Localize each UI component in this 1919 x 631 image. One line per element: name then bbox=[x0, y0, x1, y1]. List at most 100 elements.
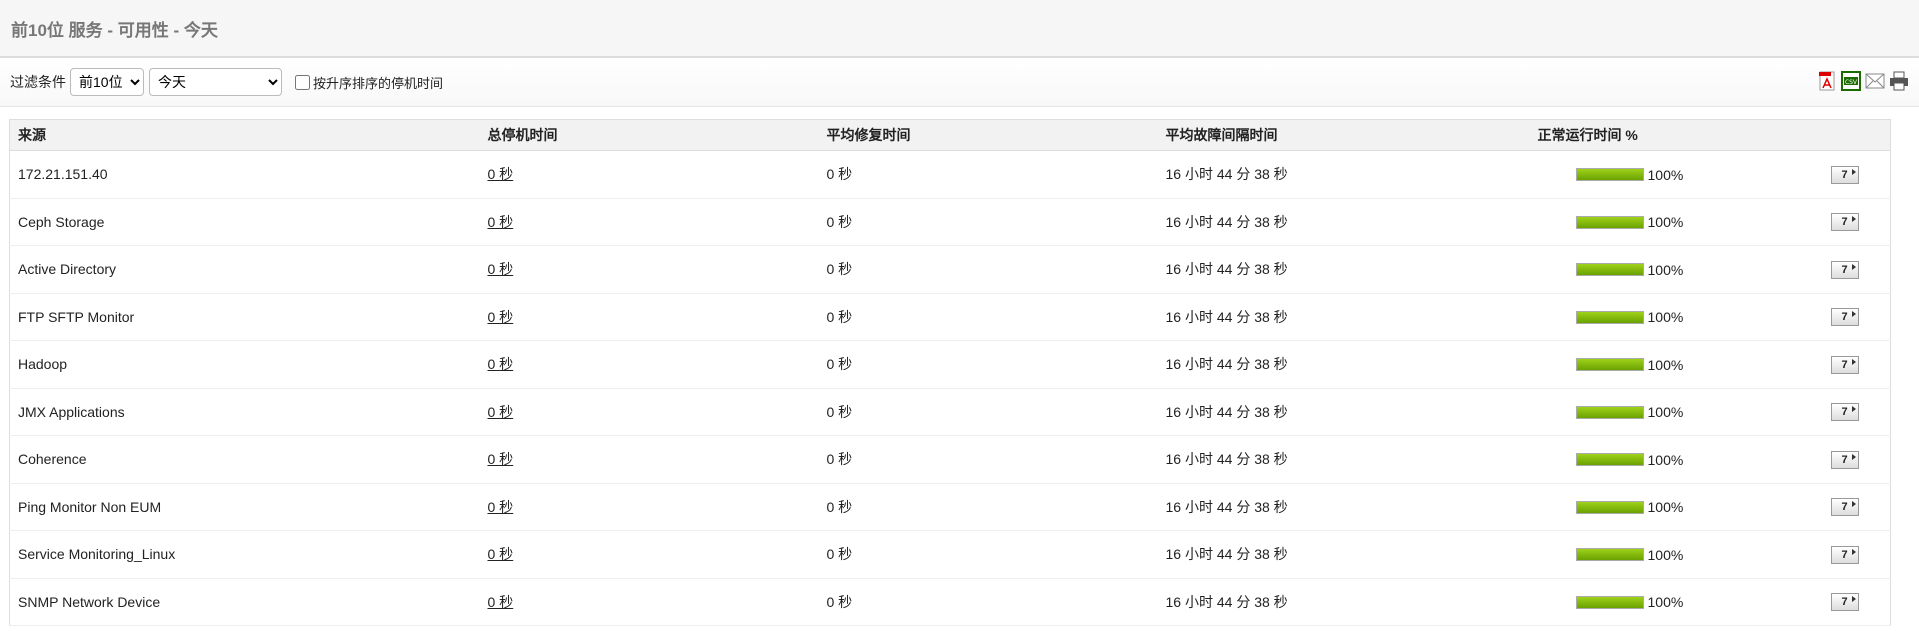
downtime-link[interactable]: 0 秒 bbox=[488, 451, 514, 467]
source-cell: Active Directory bbox=[9, 245, 488, 294]
mtbf-cell: 16 小时 44 分 38 秒 bbox=[1165, 245, 1538, 294]
uptime-bar bbox=[1575, 405, 1644, 419]
downtime-link[interactable]: 0 秒 bbox=[488, 499, 514, 515]
col-mtbf: 平均故障间隔时间 bbox=[1165, 119, 1538, 151]
email-icon[interactable] bbox=[1865, 70, 1885, 92]
seven-day-report-button[interactable]: 7 bbox=[1830, 355, 1859, 374]
source-cell: JMX Applications bbox=[9, 388, 488, 436]
table-row: Active Directory 0 秒 0 秒 16 小时 44 分 38 秒… bbox=[9, 245, 1891, 294]
uptime-cell: 100% bbox=[1537, 340, 1831, 389]
uptime-percent: 100% bbox=[1647, 451, 1684, 468]
uptime-cell: 100% bbox=[1537, 530, 1831, 579]
action-cell: 7 bbox=[1830, 150, 1891, 199]
source-cell: FTP SFTP Monitor bbox=[9, 293, 488, 341]
uptime-percent: 100% bbox=[1647, 214, 1684, 231]
uptime-percent: 100% bbox=[1647, 546, 1684, 563]
seven-day-report-button[interactable]: 7 bbox=[1830, 308, 1859, 327]
seven-day-report-button[interactable]: 7 bbox=[1830, 450, 1859, 469]
action-cell: 7 bbox=[1830, 340, 1891, 389]
mttr-cell: 0 秒 bbox=[826, 530, 1166, 579]
uptime-bar bbox=[1575, 263, 1644, 277]
uptime-percent: 100% bbox=[1647, 499, 1684, 516]
downtime-cell: 0 秒 bbox=[487, 578, 827, 626]
action-cell: 7 bbox=[1830, 388, 1891, 436]
uptime-percent: 100% bbox=[1647, 356, 1684, 373]
pdf-icon[interactable] bbox=[1817, 70, 1837, 92]
sort-ascending-checkbox-label[interactable]: 按升序排序的停机时间 bbox=[295, 73, 443, 92]
csv-icon[interactable]: CSV bbox=[1841, 70, 1861, 92]
action-cell: 7 bbox=[1830, 245, 1891, 294]
seven-day-report-button[interactable]: 7 bbox=[1830, 165, 1859, 184]
page-title: 前10位 服务 - 可用性 - 今天 bbox=[11, 20, 218, 40]
uptime-cell: 100% bbox=[1537, 483, 1831, 531]
col-mttr: 平均修复时间 bbox=[826, 119, 1166, 151]
uptime-percent: 100% bbox=[1647, 261, 1684, 278]
top-n-select[interactable]: 前10位 bbox=[70, 68, 144, 96]
uptime-bar bbox=[1575, 453, 1644, 467]
downtime-link[interactable]: 0 秒 bbox=[488, 309, 514, 325]
action-cell: 7 bbox=[1830, 435, 1891, 484]
downtime-link[interactable]: 0 秒 bbox=[488, 166, 514, 182]
mtbf-cell: 16 小时 44 分 38 秒 bbox=[1165, 198, 1538, 246]
uptime-bar bbox=[1575, 358, 1644, 372]
downtime-cell: 0 秒 bbox=[487, 530, 827, 579]
mttr-cell: 0 秒 bbox=[826, 340, 1166, 389]
table-row: Ping Monitor Non EUM 0 秒 0 秒 16 小时 44 分 … bbox=[9, 483, 1891, 531]
uptime-percent: 100% bbox=[1647, 404, 1684, 421]
uptime-bar bbox=[1575, 500, 1644, 514]
period-select[interactable]: 今天 bbox=[149, 68, 282, 96]
source-cell: Service Monitoring_Linux bbox=[9, 530, 488, 579]
action-cell: 7 bbox=[1830, 293, 1891, 341]
downtime-link[interactable]: 0 秒 bbox=[488, 356, 514, 372]
uptime-cell: 100% bbox=[1537, 388, 1831, 436]
uptime-bar bbox=[1575, 595, 1644, 609]
downtime-cell: 0 秒 bbox=[487, 150, 827, 199]
action-cell: 7 bbox=[1830, 530, 1891, 579]
seven-day-report-button[interactable]: 7 bbox=[1830, 260, 1859, 279]
action-cell: 7 bbox=[1830, 578, 1891, 626]
seven-day-report-button[interactable]: 7 bbox=[1830, 403, 1859, 422]
source-cell: SNMP Network Device bbox=[9, 578, 488, 626]
seven-day-report-button[interactable]: 7 bbox=[1830, 213, 1859, 232]
action-cell: 7 bbox=[1830, 483, 1891, 531]
seven-day-report-button[interactable]: 7 bbox=[1830, 545, 1859, 564]
mttr-cell: 0 秒 bbox=[826, 578, 1166, 626]
mttr-cell: 0 秒 bbox=[826, 198, 1166, 246]
downtime-cell: 0 秒 bbox=[487, 245, 827, 294]
downtime-link[interactable]: 0 秒 bbox=[488, 214, 514, 230]
table-row: Ceph Storage 0 秒 0 秒 16 小时 44 分 38 秒 100… bbox=[9, 198, 1891, 246]
table-row: Coherence 0 秒 0 秒 16 小时 44 分 38 秒 100% 7 bbox=[9, 435, 1891, 484]
table-row: Service Monitoring_Linux 0 秒 0 秒 16 小时 4… bbox=[9, 530, 1891, 579]
filter-bar: 过滤条件 前10位 今天 按升序排序的停机时间 CSV bbox=[0, 58, 1919, 107]
downtime-link[interactable]: 0 秒 bbox=[488, 546, 514, 562]
mtbf-cell: 16 小时 44 分 38 秒 bbox=[1165, 435, 1538, 484]
mtbf-cell: 16 小时 44 分 38 秒 bbox=[1165, 340, 1538, 389]
uptime-cell: 100% bbox=[1537, 578, 1831, 626]
filter-label: 过滤条件 bbox=[10, 74, 66, 90]
sort-ascending-checkbox[interactable] bbox=[295, 74, 310, 90]
seven-day-report-button[interactable]: 7 bbox=[1830, 498, 1859, 517]
downtime-cell: 0 秒 bbox=[487, 483, 827, 531]
table-row: JMX Applications 0 秒 0 秒 16 小时 44 分 38 秒… bbox=[9, 388, 1891, 436]
downtime-cell: 0 秒 bbox=[487, 198, 827, 246]
col-source: 来源 bbox=[9, 119, 488, 151]
downtime-link[interactable]: 0 秒 bbox=[488, 261, 514, 277]
svg-text:CSV: CSV bbox=[1845, 79, 1858, 86]
mttr-cell: 0 秒 bbox=[826, 435, 1166, 484]
availability-table: 来源 总停机时间 平均修复时间 平均故障间隔时间 正常运行时间 % 172.21… bbox=[9, 119, 1891, 626]
col-total-downtime: 总停机时间 bbox=[487, 119, 827, 151]
table-row: 172.21.151.40 0 秒 0 秒 16 小时 44 分 38 秒 10… bbox=[9, 150, 1891, 199]
uptime-bar bbox=[1575, 310, 1644, 324]
uptime-bar bbox=[1575, 215, 1644, 229]
uptime-cell: 100% bbox=[1537, 150, 1831, 199]
downtime-cell: 0 秒 bbox=[487, 293, 827, 341]
page-header: 前10位 服务 - 可用性 - 今天 bbox=[0, 0, 1919, 58]
downtime-link[interactable]: 0 秒 bbox=[488, 404, 514, 420]
uptime-bar bbox=[1575, 548, 1644, 562]
uptime-percent: 100% bbox=[1647, 594, 1684, 611]
downtime-link[interactable]: 0 秒 bbox=[488, 594, 514, 610]
seven-day-report-button[interactable]: 7 bbox=[1830, 593, 1859, 612]
print-icon[interactable] bbox=[1889, 70, 1909, 92]
downtime-cell: 0 秒 bbox=[487, 435, 827, 484]
table-row: FTP SFTP Monitor 0 秒 0 秒 16 小时 44 分 38 秒… bbox=[9, 293, 1891, 341]
